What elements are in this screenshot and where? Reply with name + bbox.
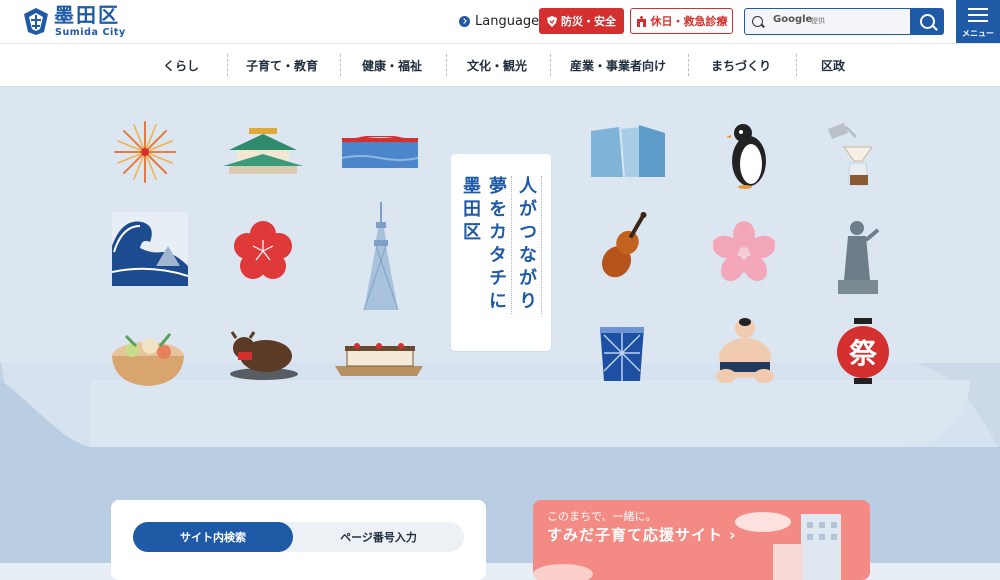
nav-item-bunka[interactable]: 文化・観光	[458, 44, 536, 86]
logo-name: 墨田区	[54, 3, 120, 27]
logo-subtitle: Sumida City	[55, 27, 126, 38]
search-tabs: サイト内検索 ページ番号入力	[133, 522, 464, 552]
hamburger-icon	[968, 8, 988, 22]
site-header: 墨田区 Sumida City Language 防災・安全 休日・救急診療 G…	[0, 0, 1000, 44]
yakatabune-icon	[335, 343, 423, 376]
nav-divider	[796, 54, 797, 76]
slogan-line-3: 墨田区	[460, 176, 481, 245]
menu-label: メニュー	[962, 29, 994, 38]
kyujitsu-label: 休日・救急診療	[650, 15, 728, 28]
chanko-nabe-icon	[112, 333, 184, 386]
bridge-icon	[342, 136, 418, 168]
chevron-right-circle-icon	[459, 15, 470, 27]
global-nav: くらし 子育て・教育 健康・福祉 文化・観光 産業・事業者向け まちづくり 区政	[0, 44, 1000, 87]
search-submit-button[interactable]	[910, 9, 943, 34]
nav-divider	[227, 54, 228, 76]
google-teikyo-label: 提供	[811, 17, 825, 25]
penguin-icon	[727, 124, 766, 189]
search-icon	[752, 16, 763, 27]
great-wave-icon	[112, 212, 188, 286]
slogan-line-2: 夢をカタチに	[486, 176, 512, 314]
promo-tagline: このまちで、一緒に。	[547, 510, 657, 523]
nav-item-sangyo[interactable]: 産業・事業者向け	[562, 44, 674, 86]
sumo-wrestler-icon	[716, 318, 774, 383]
shield-icon	[547, 15, 557, 27]
google-label: Google	[773, 14, 813, 25]
festival-lantern-icon: 祭	[837, 318, 889, 384]
language-label: Language	[475, 13, 540, 29]
kyujitsu-button[interactable]: 休日・救急診療	[630, 8, 733, 34]
pour-over-coffee-icon	[828, 123, 873, 186]
sumida-emblem-icon	[24, 8, 48, 35]
language-link[interactable]: Language	[459, 12, 539, 30]
nav-divider	[340, 54, 341, 76]
fireworks-icon	[114, 121, 176, 183]
cherry-blossom-icon	[713, 221, 775, 281]
statue-icon	[838, 221, 880, 294]
site-search-card: サイト内検索 ページ番号入力	[111, 500, 486, 580]
nav-item-kurashi[interactable]: くらし	[150, 44, 212, 86]
hero-bottom-edge	[90, 380, 970, 447]
nav-divider	[550, 54, 551, 76]
violin-icon	[601, 211, 647, 278]
site-logo[interactable]: 墨田区 Sumida City	[22, 4, 132, 40]
nav-divider	[446, 54, 447, 76]
nav-divider	[688, 54, 689, 76]
bull-statue-icon	[230, 331, 298, 380]
aquarium-building-icon	[591, 125, 665, 177]
promo-title: すみだ子育て応援サイト ›	[547, 526, 737, 544]
skytree-icon	[363, 202, 399, 310]
plum-blossom-icon	[234, 221, 292, 279]
slogan-card: 人がつながり 夢をカタチに 墨田区	[451, 154, 551, 351]
kokugikan-icon	[223, 128, 303, 174]
bousai-button[interactable]: 防災・安全	[539, 8, 624, 34]
nav-item-kosodate[interactable]: 子育て・教育	[240, 44, 324, 86]
bousai-label: 防災・安全	[561, 15, 616, 28]
svg-text:祭: 祭	[849, 337, 878, 370]
nav-item-machizukuri[interactable]: まちづくり	[700, 44, 782, 86]
search-submit-icon	[920, 14, 935, 29]
site-search-box[interactable]: Google 提供	[744, 8, 944, 35]
nav-item-kusei[interactable]: 区政	[808, 44, 858, 86]
tab-page-number[interactable]: ページ番号入力	[293, 522, 464, 552]
nav-item-kenko[interactable]: 健康・福祉	[352, 44, 432, 86]
kiriko-glass-icon	[600, 327, 644, 381]
hospital-icon	[636, 15, 646, 27]
tab-site-search[interactable]: サイト内検索	[133, 522, 293, 552]
kosodate-promo-banner[interactable]: このまちで、一緒に。 すみだ子育て応援サイト ›	[533, 500, 870, 580]
menu-button[interactable]: メニュー	[956, 0, 1000, 43]
slogan-line-1: 人がつながり	[516, 176, 542, 314]
